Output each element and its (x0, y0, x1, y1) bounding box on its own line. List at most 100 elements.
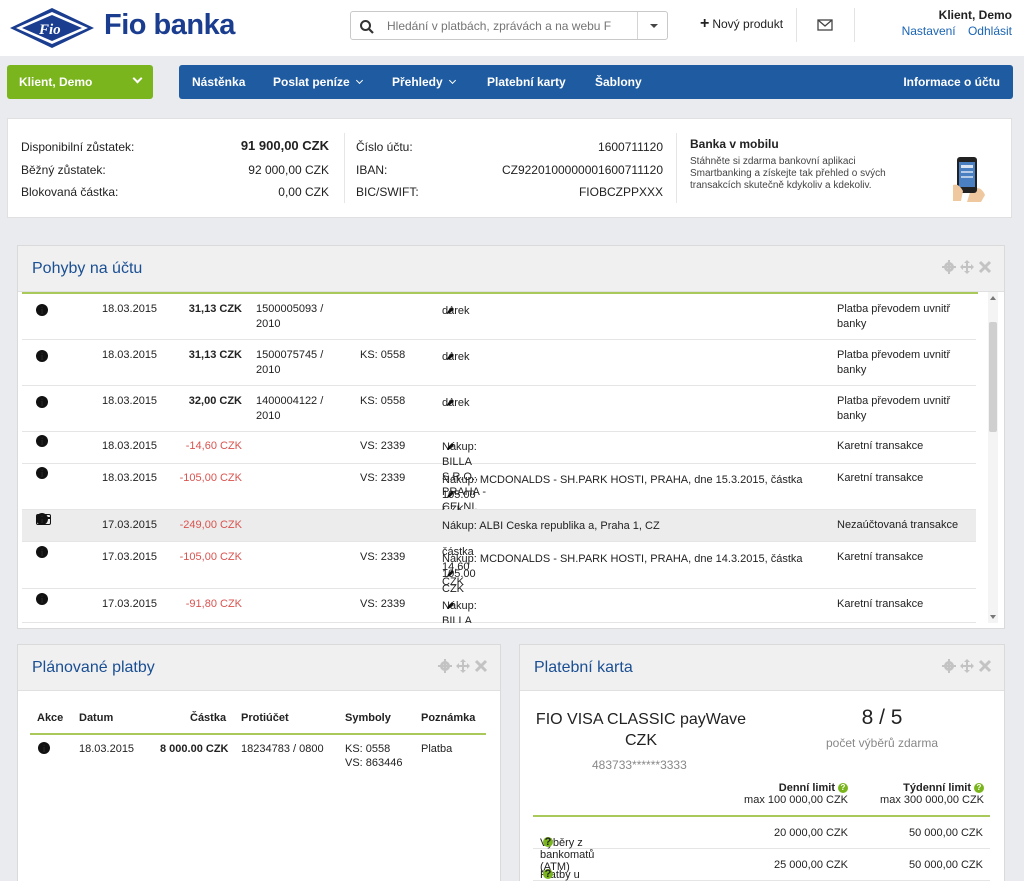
divider (796, 8, 797, 42)
pencil-icon[interactable] (446, 306, 455, 315)
nav-item-account-info[interactable]: Informace o účtu (903, 75, 1000, 89)
pencil-icon[interactable] (446, 601, 455, 610)
mail-icon[interactable] (817, 18, 833, 32)
pp-ks: KS: 0558 (345, 743, 391, 755)
credit-card-icon[interactable] (36, 513, 51, 525)
tx-note: dárek (442, 305, 470, 317)
table-row[interactable]: i 18.03.2015 -105,00 CZK VS: 2339 Nákup:… (22, 464, 976, 516)
close-icon[interactable] (978, 260, 992, 274)
tx-note-cont: 105.00 CZK (442, 568, 476, 595)
info-icon[interactable]: i (36, 593, 48, 606)
limit-weekly[interactable]: 50 000,00 CZK (868, 859, 983, 871)
info-icon[interactable]: i (36, 303, 48, 317)
settings-link[interactable]: Nastavení (902, 24, 956, 38)
table-row[interactable]: i 18.03.2015 32,00 CZK 1400004122 / 2010… (22, 386, 976, 432)
scroll-thumb[interactable] (989, 322, 997, 432)
nav-item-templates[interactable]: Šablony (595, 75, 642, 89)
pp-date: 18.03.2015 (79, 743, 135, 755)
info-icon[interactable]: i (36, 467, 48, 480)
tx-type: Karetní transakce (837, 598, 924, 610)
help-icon[interactable]: ? (543, 837, 553, 848)
help-icon[interactable]: ? (974, 783, 984, 793)
pencil-icon[interactable] (446, 352, 455, 361)
tx-account-bank: 2010 (256, 318, 281, 330)
pencil-icon[interactable] (446, 442, 455, 451)
scrollbar[interactable] (988, 292, 998, 623)
tx-note: Nákup: BILLA S.R.O., PRAHA - OLSIN, dne … (442, 600, 477, 623)
search-dropdown-button[interactable] (637, 12, 667, 39)
tx-type-cont: banky (837, 410, 867, 422)
mobile-banking-text: Stáhněte si zdarma bankovní aplikaci Sma… (690, 156, 886, 191)
divider (30, 733, 486, 735)
tx-date: 18.03.2015 (102, 395, 158, 407)
table-row[interactable]: i 18.03.2015 31,13 CZK 1500075745 / 2010… (22, 340, 976, 386)
available-balance-label: Disponibilní zůstatek: (21, 140, 135, 154)
current-balance-value: 92 000,00 CZK (248, 163, 329, 177)
divider (854, 8, 855, 42)
tx-note: dárek (442, 397, 470, 409)
pencil-icon[interactable] (446, 490, 455, 499)
tx-symbol: KS: 0558 (360, 349, 406, 361)
gear-icon[interactable] (438, 659, 452, 673)
tx-account-bank: 2010 (256, 364, 281, 376)
nav-item-send-money[interactable]: Poslat peníze (273, 75, 363, 89)
table-row[interactable]: i 17.03.2015 -249,00 CZK Nákup: ALBI Ces… (22, 510, 976, 542)
nav-item-overviews[interactable]: Přehledy (392, 75, 456, 89)
info-icon[interactable]: i (36, 395, 48, 409)
table-row[interactable]: i 18.03.2015 -14,60 CZK VS: 2339 Nákup: … (22, 432, 976, 588)
tx-type: Platba převodem uvnitř (837, 349, 951, 361)
limit-weekly[interactable]: 50 000,00 CZK (868, 827, 983, 839)
panel-title: Pohyby na účtu (32, 260, 143, 277)
limit-daily[interactable]: 25 000,00 CZK (733, 859, 848, 871)
tx-type: Platba převodem uvnitř (837, 303, 951, 315)
table-row[interactable]: i 17.03.2015 -105,00 CZK VS: 2339 Nákup:… (22, 542, 976, 595)
logout-link[interactable]: Odhlásit (968, 24, 1012, 38)
tx-date: 17.03.2015 (102, 519, 158, 531)
current-balance-label: Běžný zůstatek: (21, 163, 106, 177)
tx-note-cont: 105.00 CZK (442, 489, 476, 516)
tx-date: 18.03.2015 (102, 472, 158, 484)
info-icon[interactable]: i (36, 349, 48, 363)
info-icon[interactable]: i (36, 546, 48, 559)
close-icon[interactable] (474, 659, 488, 673)
table-row[interactable]: i 17.03.2015 -91,80 CZK VS: 2339 Nákup: … (22, 589, 976, 623)
col-symbols: Symboly (345, 712, 391, 724)
move-icon[interactable] (960, 659, 974, 673)
bic-value: FIOBCZPPXXX (578, 185, 663, 199)
help-icon[interactable]: ? (838, 783, 848, 793)
info-icon[interactable]: i (36, 435, 48, 448)
nav-item-payment-cards[interactable]: Platební karty (487, 75, 566, 89)
table-row[interactable]: i 18.03.2015 31,13 CZK 1500005093 / 2010… (22, 294, 976, 340)
panel-tools (942, 260, 992, 274)
pencil-icon[interactable] (446, 569, 455, 578)
pencil-icon[interactable] (446, 398, 455, 407)
tx-amount: 31,13 CZK (188, 303, 242, 315)
nav-item-dashboard[interactable]: Nástěnka (192, 75, 245, 89)
scroll-down-arrow[interactable] (990, 615, 996, 619)
search-icon[interactable] (359, 19, 375, 35)
col-date: Datum (79, 712, 114, 724)
search-input[interactable] (387, 16, 635, 36)
help-icon[interactable]: ? (543, 869, 553, 880)
limit-row-atm: Výběry z bankomatů (ATM)? 20 000,00 CZK … (533, 817, 990, 873)
gear-icon[interactable] (942, 260, 956, 274)
tx-amount: -105,00 CZK (179, 472, 242, 484)
close-icon[interactable] (978, 659, 992, 673)
limit-daily[interactable]: 20 000,00 CZK (733, 827, 848, 839)
gear-icon[interactable] (942, 659, 956, 673)
scroll-up-arrow[interactable] (990, 296, 996, 300)
new-product-button[interactable]: + Nový produkt (700, 16, 783, 32)
tx-type: Karetní transakce (837, 440, 924, 452)
move-icon[interactable] (456, 659, 470, 673)
pp-account: 18234783 / 0800 (241, 743, 324, 755)
search-box[interactable] (350, 11, 668, 40)
account-number-value: 1600711120 (598, 140, 663, 154)
client-selector[interactable]: Klient, Demo (7, 65, 153, 99)
tx-note: dárek (442, 351, 470, 363)
weekly-limit-max: max 300 000,00 CZK (880, 794, 984, 806)
client-selector-label: Klient, Demo (19, 75, 93, 89)
svg-text:Fio: Fio (38, 22, 61, 38)
fio-logo[interactable]: Fio (8, 6, 96, 50)
transactions-list: i 18.03.2015 31,13 CZK 1500005093 / 2010… (22, 292, 978, 623)
move-icon[interactable] (960, 260, 974, 274)
